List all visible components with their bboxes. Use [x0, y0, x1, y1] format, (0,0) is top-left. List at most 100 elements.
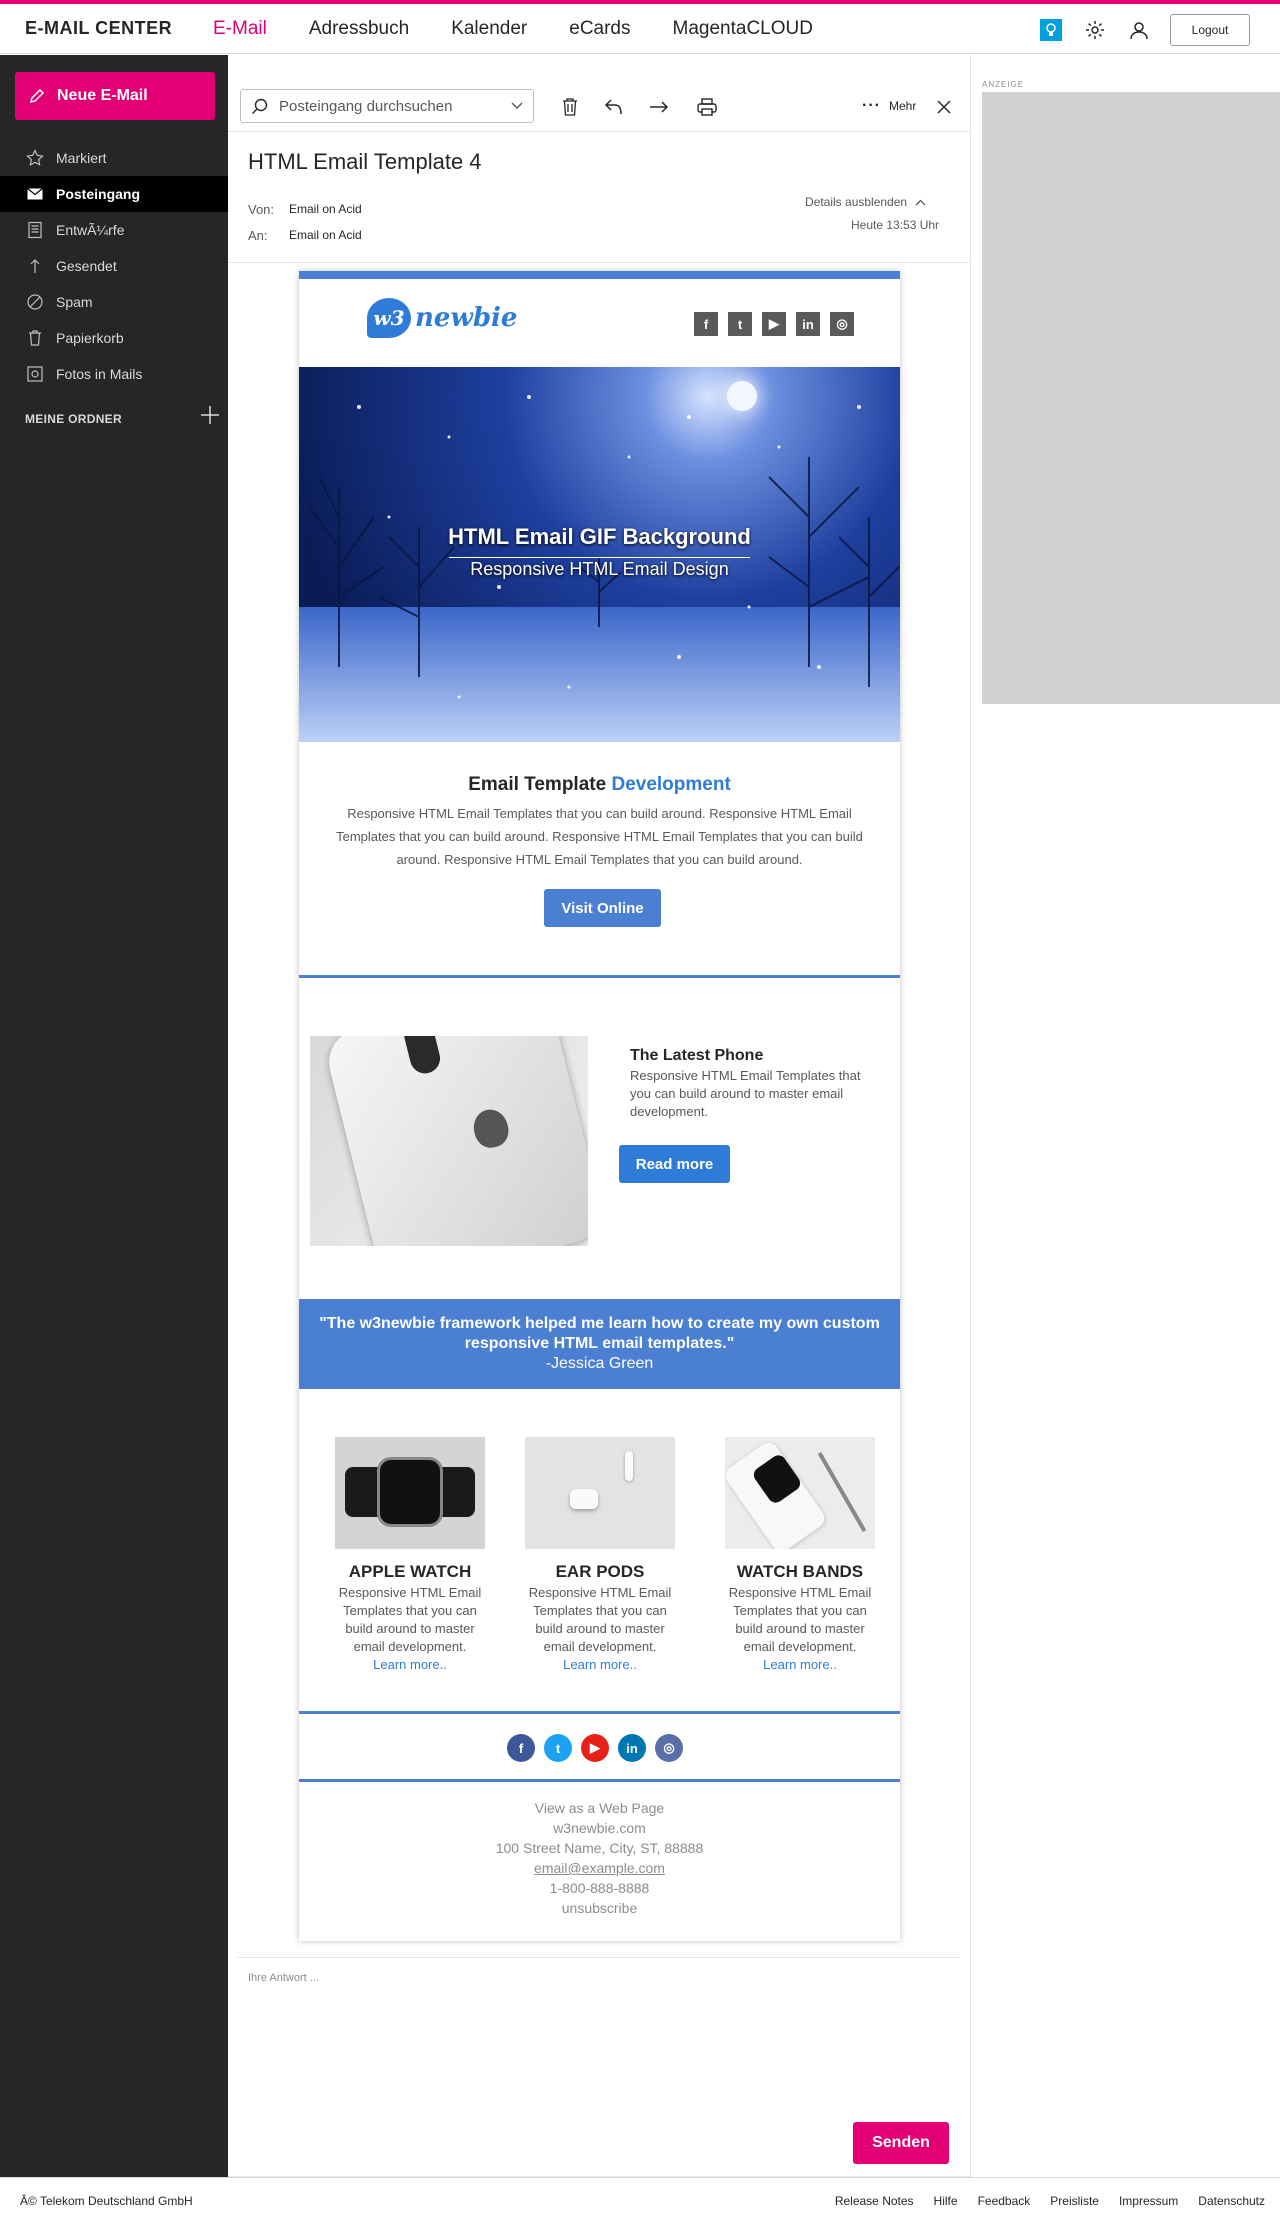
draft-icon	[28, 221, 42, 239]
search-input[interactable]: Posteingang durchsuchen	[240, 89, 534, 123]
facebook-icon[interactable]: f	[507, 1734, 535, 1762]
youtube-icon[interactable]: ▶	[581, 1734, 609, 1762]
unsubscribe-link[interactable]: unsubscribe	[299, 1898, 900, 1918]
send-button[interactable]: Senden	[853, 2122, 949, 2164]
email-footer: View as a Web Page w3newbie.com 100 Stre…	[299, 1798, 900, 1918]
nav-ecards[interactable]: eCards	[569, 18, 630, 40]
sidebar-item-trash[interactable]: Papierkorb	[0, 320, 228, 356]
watch-face-graphic	[377, 1457, 443, 1527]
nav-magentacloud[interactable]: MagentaCLOUD	[673, 18, 813, 40]
logout-button[interactable]: Logout	[1170, 14, 1250, 46]
hero-divider	[449, 557, 750, 558]
footer-link-feedback[interactable]: Feedback	[978, 2194, 1031, 2208]
to-label: An:	[248, 227, 268, 243]
sidebar-item-label: Fotos in Mails	[56, 366, 143, 382]
more-label: Mehr	[888, 99, 917, 113]
footer-link-pricelist[interactable]: Preisliste	[1050, 2194, 1099, 2208]
nav-email[interactable]: E-Mail	[213, 18, 267, 40]
profile-button[interactable]	[1126, 17, 1152, 43]
footer-link-help[interactable]: Hilfe	[934, 2194, 958, 2208]
sidebar-item-label: Papierkorb	[56, 330, 124, 346]
new-email-label: Neue E-Mail	[57, 87, 148, 104]
plus-icon	[201, 406, 219, 424]
earpod-graphic	[625, 1451, 633, 1481]
band-pin-graphic	[817, 1452, 867, 1532]
sidebar-item-drafts[interactable]: EntwÃ¼rfe	[0, 212, 228, 248]
product-text: Responsive HTML Email Templates that you…	[728, 1585, 872, 1654]
youtube-icon[interactable]: ▶	[762, 312, 786, 336]
facebook-icon[interactable]: f	[694, 312, 718, 336]
footer-address: 100 Street Name, City, ST, 88888	[495, 1840, 704, 1856]
reply-arrow-icon	[604, 99, 622, 115]
quote-text: "The w3newbie framework helped me learn …	[319, 1315, 880, 1352]
sidebar-item-sent[interactable]: Gesendet	[0, 248, 228, 284]
message-date: Heute 13:53 Uhr	[851, 218, 940, 232]
details-toggle-label: Details ausblenden	[805, 195, 908, 209]
printer-icon	[697, 98, 717, 116]
product-text: Responsive HTML Email Templates that you…	[528, 1585, 672, 1654]
settings-button[interactable]	[1082, 17, 1108, 43]
footer-link-privacy[interactable]: Datenschutz	[1198, 2194, 1265, 2208]
trash-icon	[563, 98, 577, 116]
ad-placeholder	[982, 92, 1280, 704]
product-text: Responsive HTML Email Templates that you…	[338, 1585, 482, 1654]
sidebar-item-inbox[interactable]: Posteingang	[0, 176, 228, 212]
instagram-icon[interactable]: ◎	[655, 1734, 683, 1762]
visit-online-button[interactable]: Visit Online	[544, 889, 661, 927]
nav-addressbook[interactable]: Adressbuch	[309, 18, 409, 40]
sidebar-item-label: Markiert	[56, 150, 107, 166]
instagram-icon[interactable]: ◎	[830, 312, 854, 336]
trash-icon	[29, 330, 41, 346]
product-card-watch-bands: WATCH BANDS Responsive HTML Email Templa…	[720, 1437, 880, 1674]
to-value[interactable]: Email on Acid	[289, 228, 362, 242]
phone-graphic	[321, 1036, 588, 1246]
sidebar-item-flagged[interactable]: Markiert	[0, 140, 228, 176]
details-toggle[interactable]: Details ausblenden	[805, 195, 926, 209]
lightbulb-button[interactable]	[1038, 17, 1064, 43]
learn-more-link[interactable]: Learn more..	[720, 1656, 880, 1674]
sidebar-item-spam[interactable]: Spam	[0, 284, 228, 320]
chevron-down-icon	[511, 102, 523, 109]
forward-button[interactable]	[647, 95, 671, 119]
section-title-highlight: Development	[611, 774, 731, 795]
section-text: Responsive HTML Email Templates that you…	[336, 806, 863, 867]
view-web-link[interactable]: View as a Web Page	[299, 1798, 900, 1818]
new-email-button[interactable]: Neue E-Mail	[15, 72, 215, 120]
phone-camera-graphic	[401, 1036, 444, 1077]
footer-email-link[interactable]: email@example.com	[299, 1858, 900, 1878]
earpod-case-graphic	[570, 1489, 598, 1509]
add-folder-button[interactable]	[199, 404, 221, 426]
hero-title: HTML Email GIF Background	[448, 524, 751, 549]
reply-input[interactable]: Ihre Antwort ...	[248, 1972, 319, 1984]
newsletter-logo[interactable]: w3 newbie	[367, 298, 517, 338]
ad-label: ANZEIGE	[982, 80, 1025, 89]
email-body: w3 newbie f t ▶ in ◎ HTML Email GIF Back…	[299, 271, 900, 1941]
more-menu-button[interactable]: ··· Mehr	[862, 98, 917, 114]
linkedin-icon[interactable]: in	[618, 1734, 646, 1762]
twitter-icon[interactable]: t	[544, 1734, 572, 1762]
print-button[interactable]	[695, 95, 719, 119]
footer-links: Release Notes Hilfe Feedback Preisliste …	[835, 2194, 1265, 2208]
from-value[interactable]: Email on Acid	[289, 202, 362, 216]
delete-button[interactable]	[558, 95, 582, 119]
apple-logo-graphic	[469, 1105, 513, 1152]
sidebar-item-photos[interactable]: Fotos in Mails	[0, 356, 228, 392]
close-message-button[interactable]	[932, 95, 956, 119]
footer-link-release-notes[interactable]: Release Notes	[835, 2194, 914, 2208]
forward-arrow-icon	[650, 101, 669, 113]
read-more-button[interactable]: Read more	[619, 1145, 730, 1183]
twitter-icon[interactable]: t	[728, 312, 752, 336]
product-name: APPLE WATCH	[348, 1562, 472, 1581]
learn-more-link[interactable]: Learn more..	[520, 1656, 680, 1674]
hero-banner: HTML Email GIF Background Responsive HTM…	[299, 367, 900, 742]
linkedin-icon[interactable]: in	[796, 312, 820, 336]
message-meta: Von: Email on Acid An: Email on Acid	[248, 196, 362, 248]
product-card-ear-pods: EAR PODS Responsive HTML Email Templates…	[520, 1437, 680, 1674]
quote-author: -Jessica Green	[545, 1355, 654, 1372]
nav-calendar[interactable]: Kalender	[451, 18, 527, 40]
testimonial-quote: "The w3newbie framework helped me learn …	[299, 1299, 900, 1389]
reply-button[interactable]	[602, 95, 626, 119]
watch-bands-image	[725, 1437, 875, 1549]
footer-link-imprint[interactable]: Impressum	[1119, 2194, 1178, 2208]
learn-more-link[interactable]: Learn more..	[330, 1656, 490, 1674]
